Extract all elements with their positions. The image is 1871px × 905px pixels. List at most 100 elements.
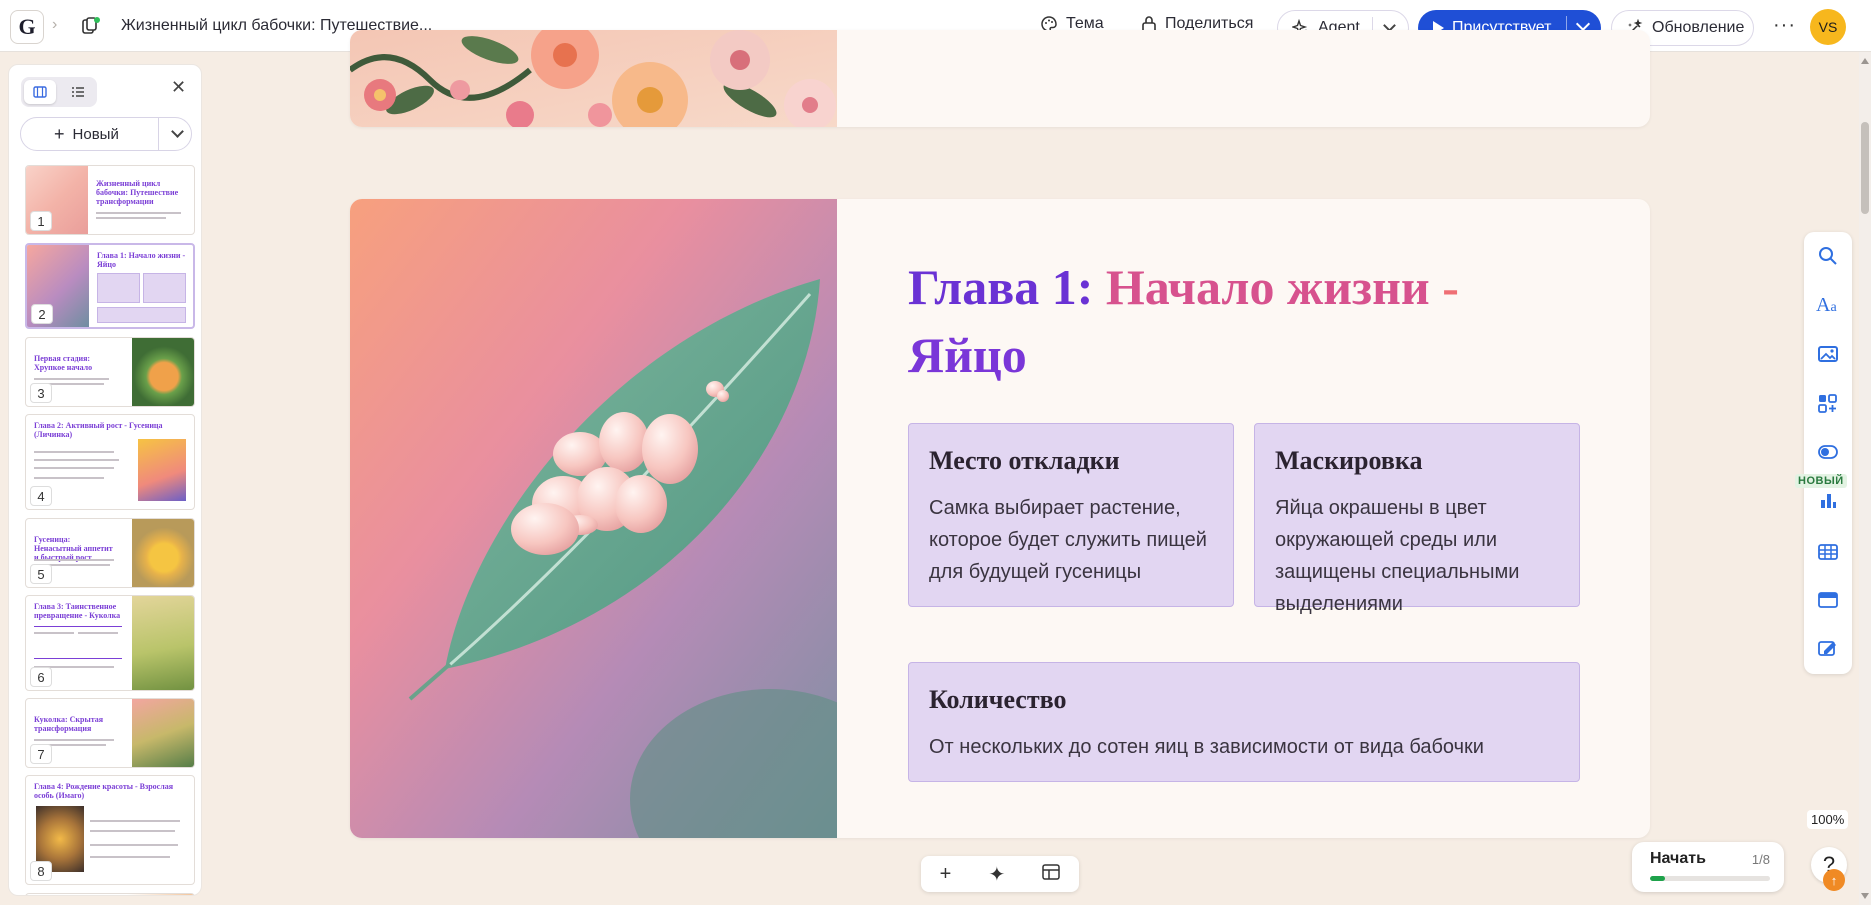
slide-thumbnail-6[interactable]: Глава 3: Таинственное превращение - Куко… [25,595,195,691]
chevron-right-icon: › [52,16,58,33]
slide-number: 8 [30,861,52,881]
film-icon[interactable] [1818,542,1838,562]
arrow-up-icon[interactable]: ↑ [1823,869,1845,891]
slide-thumbnail-8[interactable]: Глава 4: Рождение красоты - Взрослая осо… [25,775,195,885]
scroll-down-icon[interactable] [1861,893,1869,899]
thumbnail-text-lines [78,632,118,634]
new-badge: НОВЫЙ [1795,474,1847,488]
slide-thumbnail-7[interactable]: Куколка: Скрытая трансформация 7 [25,698,195,768]
scroll-up-icon[interactable] [1861,58,1869,64]
chart-icon[interactable] [1818,490,1838,510]
slide-number: 6 [30,667,52,687]
plus-icon: + [54,123,65,144]
thumbnail-image [132,519,194,587]
card-title: Маскировка [1275,446,1423,475]
bottom-toolbar: + ✦ [921,856,1079,892]
view-toggle [21,77,97,107]
thumbnail-text-lines [90,830,175,832]
thumbnail-text-lines [34,739,114,741]
thumbnail-title: Глава 2: Активный рост - Гусеница (Личин… [34,421,163,439]
start-count: 1/8 [1751,852,1770,867]
thumbnail-card [97,273,140,303]
slide-number: 7 [30,744,52,764]
add-icon[interactable]: + [940,863,952,886]
thumbnail-card [97,307,186,323]
scroll-thumb[interactable] [1861,122,1869,214]
thumbnail-text-lines [34,467,114,469]
edit-icon[interactable] [1818,638,1838,658]
chevron-down-icon[interactable] [171,125,184,138]
card-body: Яйца окрашены в цвет окружающей среды ил… [1275,497,1520,615]
card-quantity[interactable]: Количество От нескольких до сотен яиц в … [908,662,1580,782]
thumbnail-text-lines [34,632,74,634]
thumbnail-card [143,273,186,303]
slide-number: 5 [30,564,52,584]
thumbnail-text-lines [90,844,178,846]
slide-thumbnail-9[interactable] [25,893,195,895]
chevron-down-icon[interactable] [1575,16,1591,32]
close-icon[interactable]: ✕ [171,77,186,98]
document-icon[interactable] [82,17,100,35]
card-camouflage[interactable]: Маскировка Яйца окрашены в цвет окружающ… [1254,423,1580,615]
progress-fill [1650,876,1665,881]
slide-number: 3 [30,383,52,403]
avatar[interactable]: VS [1810,9,1846,45]
card-title: Место откладки [929,446,1120,475]
thumbnail-text-lines [90,856,170,858]
slide-number: 2 [31,304,53,324]
slide-number: 4 [30,486,52,506]
card-laying-place[interactable]: Место откладки Самка выбирает растение, … [908,423,1234,607]
app-logo[interactable]: G [10,10,44,44]
slide-number: 1 [30,211,52,231]
thumbnail-text-lines [34,451,114,453]
search-icon[interactable] [1818,246,1838,266]
thumbnail-image [132,699,194,767]
start-label: Начать [1650,850,1706,867]
current-slide[interactable]: Глава 1: Начало жизни - Яйцо Место откла… [350,199,1650,838]
toggle-icon[interactable] [1818,442,1838,462]
thumbnail-image [138,439,186,501]
zoom-level[interactable]: 100% [1807,810,1849,829]
thumbnail-image [132,596,194,690]
heading-dash: - [1442,259,1459,315]
thumbnail-text-lines [34,459,119,461]
new-divider [158,118,159,150]
start-checklist[interactable]: Начать 1/8 [1632,842,1784,892]
thumbnail-text-lines [34,378,109,380]
card-layout-icon[interactable] [1818,590,1838,610]
slide-heading[interactable]: Глава 1: Начало жизни - Яйцо [908,253,1548,389]
thumbnail-title: Глава 3: Таинственное превращение - Куко… [34,602,121,620]
heading-title: Начало жизни [1105,259,1430,315]
tool-rail: Aa [1804,232,1852,674]
slides-panel: ✕ + Новый Жизненный цикл бабочки: Путеше… [8,64,202,896]
add-block-icon[interactable] [1818,394,1838,414]
filmstrip-view-icon[interactable] [24,80,56,104]
heading-subtitle: Яйцо [908,327,1027,383]
card-title: Количество [929,685,1067,714]
previous-slide[interactable] [350,30,1650,127]
slide-thumbnail-2[interactable]: Глава 1: Начало жизни - Яйцо 2 [25,243,195,329]
canvas-scrollbar[interactable] [1859,52,1871,905]
slide-thumbnail-3[interactable]: Первая стадия: Хрупкое начало 3 [25,337,195,407]
thumbnail-text-lines [34,559,114,561]
list-view-icon[interactable] [62,80,94,104]
new-label: Новый [72,125,119,143]
card-body: Самка выбирает растение, которое будет с… [929,497,1207,583]
slide-thumbnail-5[interactable]: Гусеница: Ненасытный аппетит и быстрый р… [25,518,195,588]
thumbnail-title: Куколка: Скрытая трансформация [34,715,104,733]
slide-thumbnail-1[interactable]: Жизненный цикл бабочки: Путешествие тран… [25,165,195,235]
layout-icon[interactable] [1042,863,1061,886]
slide-thumbnail-4[interactable]: Глава 2: Активный рост - Гусеница (Личин… [25,414,195,510]
thumbnail-divider [34,626,122,627]
card-body: От нескольких до сотен яиц в зависимости… [929,736,1484,758]
thumbnail-title: Глава 1: Начало жизни - Яйцо [97,251,186,269]
more-options-icon[interactable]: ··· [1773,14,1796,37]
leaf-eggs-image[interactable] [350,199,837,838]
text-style-icon[interactable]: Aa [1816,294,1846,316]
ai-sparkle-icon[interactable]: ✦ [988,862,1005,887]
image-icon[interactable] [1818,344,1838,364]
thumbnail-text-lines [96,212,181,214]
new-slide-button[interactable]: + Новый [20,117,192,151]
heading-chapter: Глава 1: [908,259,1094,315]
thumbnail-title: Первая стадия: Хрупкое начало [34,354,93,372]
